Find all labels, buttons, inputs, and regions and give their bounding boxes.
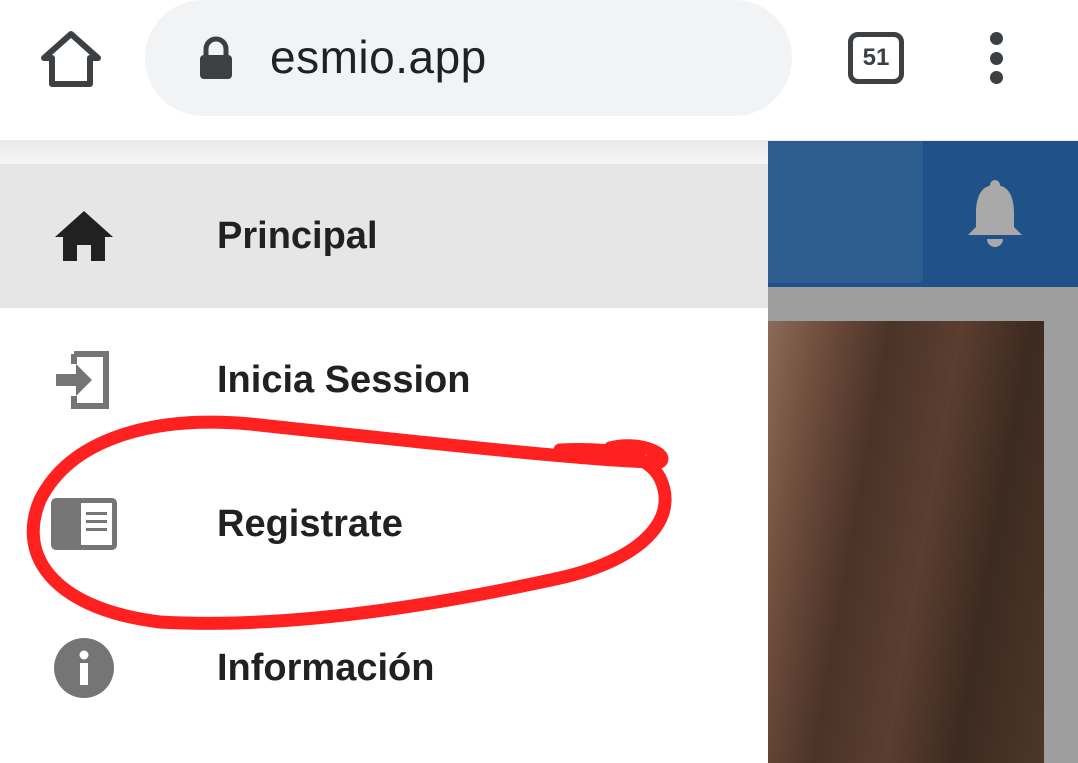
drawer-item-informacion[interactable]: Información (0, 596, 768, 740)
drawer-item-label: Registrate (217, 502, 403, 545)
lock-icon (196, 36, 236, 80)
register-card-icon (50, 490, 118, 558)
login-icon (50, 346, 118, 414)
home-icon (50, 202, 118, 270)
more-options-icon[interactable] (970, 28, 1022, 88)
navigation-drawer: Principal Inicia Session Registrate Info… (0, 164, 768, 763)
drawer-item-label: Principal (217, 214, 378, 257)
app-header (768, 141, 1078, 287)
tab-switcher-button[interactable]: 51 (848, 32, 904, 84)
drawer-item-label: Información (217, 646, 435, 689)
home-icon[interactable] (38, 26, 104, 92)
info-icon (50, 634, 118, 702)
drawer-item-principal[interactable]: Principal (0, 164, 768, 308)
bell-icon[interactable] (964, 179, 1026, 249)
drawer-item-inicia-session[interactable]: Inicia Session (0, 308, 768, 452)
profile-photo[interactable] (768, 321, 1044, 763)
drawer-item-label: Inicia Session (217, 358, 471, 401)
page-background (768, 141, 1078, 763)
browser-toolbar: esmio.app 51 (0, 0, 1078, 140)
drawer-item-registrate[interactable]: Registrate (0, 452, 768, 596)
url-text[interactable]: esmio.app (270, 30, 487, 84)
header-button[interactable] (768, 141, 923, 283)
